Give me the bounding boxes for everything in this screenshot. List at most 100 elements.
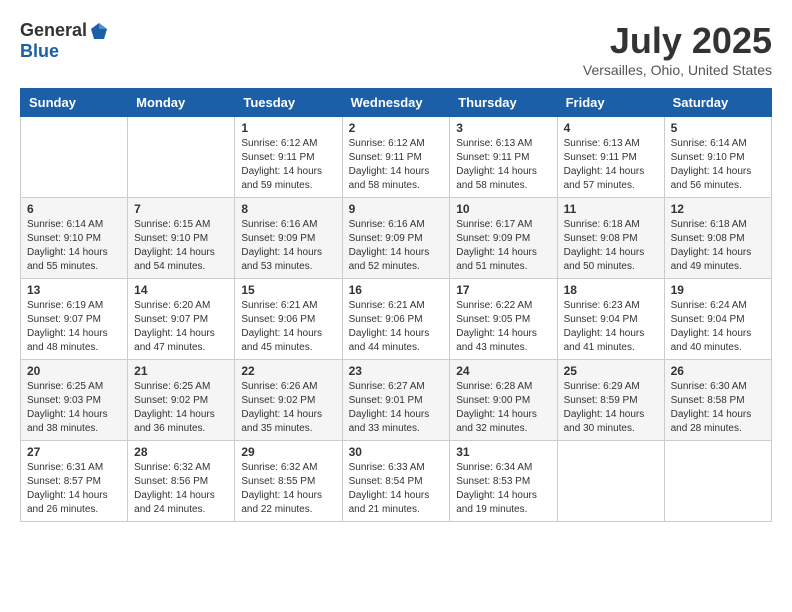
day-number: 16 bbox=[349, 283, 444, 297]
day-info: Sunrise: 6:12 AM Sunset: 9:11 PM Dayligh… bbox=[349, 137, 444, 193]
day-number: 4 bbox=[564, 121, 658, 135]
calendar-header-saturday: Saturday bbox=[664, 89, 771, 117]
calendar-cell: 24 Sunrise: 6:28 AM Sunset: 9:00 PM Dayli… bbox=[450, 360, 557, 441]
day-number: 15 bbox=[241, 283, 335, 297]
day-info: Sunrise: 6:14 AM Sunset: 9:10 PM Dayligh… bbox=[671, 137, 765, 193]
calendar-table: SundayMondayTuesdayWednesdayThursdayFrid… bbox=[20, 88, 772, 522]
day-info: Sunrise: 6:26 AM Sunset: 9:02 PM Dayligh… bbox=[241, 380, 335, 436]
day-info: Sunrise: 6:14 AM Sunset: 9:10 PM Dayligh… bbox=[27, 218, 121, 274]
day-number: 3 bbox=[456, 121, 550, 135]
calendar-cell bbox=[128, 117, 235, 198]
calendar-cell: 17 Sunrise: 6:22 AM Sunset: 9:05 PM Dayli… bbox=[450, 279, 557, 360]
day-info: Sunrise: 6:12 AM Sunset: 9:11 PM Dayligh… bbox=[241, 137, 335, 193]
day-number: 19 bbox=[671, 283, 765, 297]
day-info: Sunrise: 6:19 AM Sunset: 9:07 PM Dayligh… bbox=[27, 299, 121, 355]
day-number: 13 bbox=[27, 283, 121, 297]
day-info: Sunrise: 6:25 AM Sunset: 9:03 PM Dayligh… bbox=[27, 380, 121, 436]
calendar-cell: 30Sunrise: 6:33 AM Sunset: 8:54 PM Dayli… bbox=[342, 441, 450, 522]
calendar-cell: 7 Sunrise: 6:15 AM Sunset: 9:10 PM Daylig… bbox=[128, 198, 235, 279]
calendar-cell: 16 Sunrise: 6:21 AM Sunset: 9:06 PM Dayli… bbox=[342, 279, 450, 360]
day-info: Sunrise: 6:16 AM Sunset: 9:09 PM Dayligh… bbox=[349, 218, 444, 274]
day-info: Sunrise: 6:34 AM Sunset: 8:53 PM Dayligh… bbox=[456, 461, 550, 517]
day-number: 2 bbox=[349, 121, 444, 135]
day-info: Sunrise: 6:13 AM Sunset: 9:11 PM Dayligh… bbox=[564, 137, 658, 193]
calendar-cell: 13 Sunrise: 6:19 AM Sunset: 9:07 PM Dayli… bbox=[21, 279, 128, 360]
calendar-cell: 29 Sunrise: 6:32 AM Sunset: 8:55 PM Dayli… bbox=[235, 441, 342, 522]
day-info: Sunrise: 6:18 AM Sunset: 9:08 PM Dayligh… bbox=[564, 218, 658, 274]
calendar-cell: 2 Sunrise: 6:12 AM Sunset: 9:11 PM Daylig… bbox=[342, 117, 450, 198]
day-info: Sunrise: 6:30 AM Sunset: 8:58 PM Dayligh… bbox=[671, 380, 765, 436]
day-info: Sunrise: 6:31 AM Sunset: 8:57 PM Dayligh… bbox=[27, 461, 121, 517]
day-number: 12 bbox=[671, 202, 765, 216]
day-info: Sunrise: 6:21 AM Sunset: 9:06 PM Dayligh… bbox=[349, 299, 444, 355]
calendar-cell: 18 Sunrise: 6:23 AM Sunset: 9:04 PM Dayli… bbox=[557, 279, 664, 360]
calendar-cell: 25Sunrise: 6:29 AM Sunset: 8:59 PM Dayli… bbox=[557, 360, 664, 441]
day-number: 29 bbox=[241, 445, 335, 459]
calendar-cell: 14Sunrise: 6:20 AM Sunset: 9:07 PM Dayli… bbox=[128, 279, 235, 360]
day-info: Sunrise: 6:17 AM Sunset: 9:09 PM Dayligh… bbox=[456, 218, 550, 274]
day-number: 10 bbox=[456, 202, 550, 216]
calendar-header-row: SundayMondayTuesdayWednesdayThursdayFrid… bbox=[21, 89, 772, 117]
calendar-cell: 15 Sunrise: 6:21 AM Sunset: 9:06 PM Dayli… bbox=[235, 279, 342, 360]
day-number: 26 bbox=[671, 364, 765, 378]
calendar-header-friday: Friday bbox=[557, 89, 664, 117]
day-number: 7 bbox=[134, 202, 228, 216]
day-info: Sunrise: 6:23 AM Sunset: 9:04 PM Dayligh… bbox=[564, 299, 658, 355]
calendar-week-5: 27 Sunrise: 6:31 AM Sunset: 8:57 PM Dayli… bbox=[21, 441, 772, 522]
calendar-cell bbox=[664, 441, 771, 522]
day-number: 27 bbox=[27, 445, 121, 459]
day-number: 31 bbox=[456, 445, 550, 459]
calendar-cell: 23Sunrise: 6:27 AM Sunset: 9:01 PM Dayli… bbox=[342, 360, 450, 441]
calendar-cell: 28Sunrise: 6:32 AM Sunset: 8:56 PM Dayli… bbox=[128, 441, 235, 522]
day-number: 18 bbox=[564, 283, 658, 297]
day-info: Sunrise: 6:32 AM Sunset: 8:56 PM Dayligh… bbox=[134, 461, 228, 517]
day-number: 20 bbox=[27, 364, 121, 378]
calendar-week-1: 1Sunrise: 6:12 AM Sunset: 9:11 PM Daylig… bbox=[21, 117, 772, 198]
day-info: Sunrise: 6:33 AM Sunset: 8:54 PM Dayligh… bbox=[349, 461, 444, 517]
day-info: Sunrise: 6:29 AM Sunset: 8:59 PM Dayligh… bbox=[564, 380, 658, 436]
day-number: 11 bbox=[564, 202, 658, 216]
day-info: Sunrise: 6:32 AM Sunset: 8:55 PM Dayligh… bbox=[241, 461, 335, 517]
day-info: Sunrise: 6:25 AM Sunset: 9:02 PM Dayligh… bbox=[134, 380, 228, 436]
calendar-cell: 31 Sunrise: 6:34 AM Sunset: 8:53 PM Dayli… bbox=[450, 441, 557, 522]
day-number: 17 bbox=[456, 283, 550, 297]
calendar-cell: 10 Sunrise: 6:17 AM Sunset: 9:09 PM Dayli… bbox=[450, 198, 557, 279]
day-info: Sunrise: 6:13 AM Sunset: 9:11 PM Dayligh… bbox=[456, 137, 550, 193]
day-number: 9 bbox=[349, 202, 444, 216]
calendar-cell: 26 Sunrise: 6:30 AM Sunset: 8:58 PM Dayli… bbox=[664, 360, 771, 441]
day-number: 24 bbox=[456, 364, 550, 378]
calendar-cell: 1Sunrise: 6:12 AM Sunset: 9:11 PM Daylig… bbox=[235, 117, 342, 198]
day-number: 8 bbox=[241, 202, 335, 216]
day-info: Sunrise: 6:20 AM Sunset: 9:07 PM Dayligh… bbox=[134, 299, 228, 355]
location-subtitle: Versailles, Ohio, United States bbox=[583, 62, 772, 78]
calendar-week-2: 6 Sunrise: 6:14 AM Sunset: 9:10 PM Daylig… bbox=[21, 198, 772, 279]
day-info: Sunrise: 6:15 AM Sunset: 9:10 PM Dayligh… bbox=[134, 218, 228, 274]
calendar-cell: 21 Sunrise: 6:25 AM Sunset: 9:02 PM Dayli… bbox=[128, 360, 235, 441]
day-number: 21 bbox=[134, 364, 228, 378]
day-info: Sunrise: 6:21 AM Sunset: 9:06 PM Dayligh… bbox=[241, 299, 335, 355]
logo-general-text: General bbox=[20, 20, 87, 41]
calendar-header-thursday: Thursday bbox=[450, 89, 557, 117]
day-info: Sunrise: 6:18 AM Sunset: 9:08 PM Dayligh… bbox=[671, 218, 765, 274]
calendar-cell: 4 Sunrise: 6:13 AM Sunset: 9:11 PM Daylig… bbox=[557, 117, 664, 198]
calendar-cell: 5 Sunrise: 6:14 AM Sunset: 9:10 PM Daylig… bbox=[664, 117, 771, 198]
calendar-header-sunday: Sunday bbox=[21, 89, 128, 117]
day-info: Sunrise: 6:28 AM Sunset: 9:00 PM Dayligh… bbox=[456, 380, 550, 436]
calendar-header-wednesday: Wednesday bbox=[342, 89, 450, 117]
calendar-cell: 19 Sunrise: 6:24 AM Sunset: 9:04 PM Dayli… bbox=[664, 279, 771, 360]
calendar-cell: 20 Sunrise: 6:25 AM Sunset: 9:03 PM Dayli… bbox=[21, 360, 128, 441]
calendar-cell: 27 Sunrise: 6:31 AM Sunset: 8:57 PM Dayli… bbox=[21, 441, 128, 522]
calendar-week-4: 20 Sunrise: 6:25 AM Sunset: 9:03 PM Dayli… bbox=[21, 360, 772, 441]
calendar-header-monday: Monday bbox=[128, 89, 235, 117]
day-number: 6 bbox=[27, 202, 121, 216]
day-info: Sunrise: 6:22 AM Sunset: 9:05 PM Dayligh… bbox=[456, 299, 550, 355]
calendar-cell bbox=[557, 441, 664, 522]
day-number: 5 bbox=[671, 121, 765, 135]
calendar-cell: 8 Sunrise: 6:16 AM Sunset: 9:09 PM Daylig… bbox=[235, 198, 342, 279]
day-number: 23 bbox=[349, 364, 444, 378]
day-info: Sunrise: 6:16 AM Sunset: 9:09 PM Dayligh… bbox=[241, 218, 335, 274]
month-year-title: July 2025 bbox=[583, 20, 772, 62]
day-info: Sunrise: 6:24 AM Sunset: 9:04 PM Dayligh… bbox=[671, 299, 765, 355]
calendar-cell: 6 Sunrise: 6:14 AM Sunset: 9:10 PM Daylig… bbox=[21, 198, 128, 279]
calendar-cell: 9 Sunrise: 6:16 AM Sunset: 9:09 PM Daylig… bbox=[342, 198, 450, 279]
